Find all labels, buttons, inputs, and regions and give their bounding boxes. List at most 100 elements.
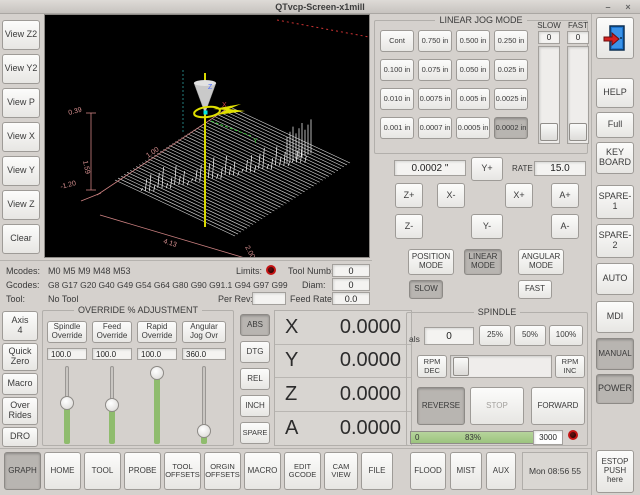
angular-jog-override-button[interactable]: Angular Jog Ovr [182, 321, 226, 343]
gcode-graphics-view[interactable]: 0.39 1.59 -1.20 1.00 4.13 2.00 Z X Y [44, 14, 370, 258]
spindle-reverse-button[interactable]: REVERSE [417, 387, 465, 425]
jog-increment-0025[interactable]: 0.025 in [494, 59, 528, 81]
jog-increment-cont[interactable]: Cont [380, 30, 414, 52]
spare-2-button[interactable]: SPARE-2 [596, 224, 634, 258]
tab-dro[interactable]: DRO [2, 427, 38, 447]
tab-macro[interactable]: MACRO [244, 452, 281, 490]
manual-mode-button[interactable]: MANUAL [596, 338, 634, 370]
jog-increment-0100[interactable]: 0.100 in [380, 59, 414, 81]
spindle-override-slider[interactable] [47, 364, 87, 444]
tab-tool[interactable]: TOOL [84, 452, 121, 490]
jog-increment-0075[interactable]: 0.075 in [418, 59, 452, 81]
jog-increment-00075[interactable]: 0.0075 in [418, 88, 452, 110]
spindle-rpm-slider[interactable] [450, 355, 552, 378]
help-button[interactable]: HELP [596, 78, 634, 108]
spindle-rpm-handle[interactable] [453, 357, 469, 376]
view-z-button[interactable]: View Z [2, 190, 40, 220]
jog-y-minus-button[interactable]: Y- [471, 214, 503, 239]
spindle-override-handle[interactable] [60, 396, 74, 410]
auto-mode-button[interactable]: AUTO [596, 263, 634, 295]
jog-increment-0001[interactable]: 0.001 in [380, 117, 414, 139]
jog-x-minus-button[interactable]: X- [437, 183, 465, 208]
jog-z-plus-button[interactable]: Z+ [395, 183, 423, 208]
spindle-rpm-spinbox[interactable]: 3000 [533, 430, 563, 445]
rpm-dec-button[interactable]: RPM DEC [417, 355, 447, 378]
tab-tool-offsets[interactable]: TOOL OFFSETS [164, 452, 201, 490]
mdi-mode-button[interactable]: MDI [596, 301, 634, 333]
jog-slow-button[interactable]: SLOW [409, 280, 443, 299]
jog-increment-0005[interactable]: 0.005 in [456, 88, 490, 110]
jog-z-minus-button[interactable]: Z- [395, 214, 423, 239]
rapid-override-handle[interactable] [150, 366, 164, 380]
dro-dtg-button[interactable]: DTG [240, 341, 270, 363]
feed-override-button[interactable]: Feed Override [92, 321, 132, 343]
rapid-override-button[interactable]: Rapid Override [137, 321, 177, 343]
jog-increment-0010[interactable]: 0.010 in [380, 88, 414, 110]
jog-a-plus-button[interactable]: A+ [551, 183, 579, 208]
full-button[interactable]: Full [596, 112, 634, 138]
rpm-inc-button[interactable]: RPM INC [555, 355, 585, 378]
jog-increment-0500[interactable]: 0.500 in [456, 30, 490, 52]
fast-slider-handle[interactable] [569, 123, 587, 141]
spare-1-button[interactable]: SPARE-1 [596, 185, 634, 219]
slow-slider-handle[interactable] [540, 123, 558, 141]
jog-increment-00007[interactable]: 0.0007 in [418, 117, 452, 139]
clear-button[interactable]: Clear [2, 224, 40, 254]
linear-mode-button[interactable]: LINEAR MODE [464, 249, 502, 275]
jog-increment-00002[interactable]: 0.0002 in [494, 117, 528, 139]
tab-cam-view[interactable]: CAM VIEW [324, 452, 358, 490]
angular-jog-handle[interactable] [197, 424, 211, 438]
jog-fast-button[interactable]: FAST [518, 280, 552, 299]
jog-increment-0050[interactable]: 0.050 in [456, 59, 490, 81]
angular-jog-slider[interactable] [184, 364, 224, 444]
rapid-override-slider[interactable] [137, 364, 177, 444]
view-p-button[interactable]: View P [2, 88, 40, 118]
dro-spare-button[interactable]: SPARE [240, 422, 270, 444]
tab-macro[interactable]: Macro [2, 373, 38, 395]
view-z2-button[interactable]: View Z2 [2, 20, 40, 50]
tab-file[interactable]: FILE [361, 452, 393, 490]
tab-graph[interactable]: GRAPH [4, 452, 41, 490]
jog-increment-0750[interactable]: 0.750 in [418, 30, 452, 52]
power-button[interactable]: POWER [596, 374, 634, 404]
dro-inch-button[interactable]: INCH [240, 395, 270, 417]
tab-axis-4[interactable]: Axis 4 [2, 311, 38, 341]
view-x-button[interactable]: View X [2, 122, 40, 152]
jog-x-plus-button[interactable]: X+ [505, 183, 533, 208]
jog-increment-00025[interactable]: 0.0025 in [494, 88, 528, 110]
angular-mode-button[interactable]: ANGULAR MODE [518, 249, 564, 275]
feed-override-handle[interactable] [105, 398, 119, 412]
jog-y-plus-button[interactable]: Y+ [471, 157, 503, 181]
spindle-25-button[interactable]: 25% [479, 325, 511, 346]
mist-button[interactable]: MIST [450, 452, 482, 490]
spindle-stop-button[interactable]: STOP [470, 387, 524, 425]
fast-jog-slider[interactable] [567, 46, 589, 144]
feed-override-slider[interactable] [92, 364, 132, 444]
position-mode-button[interactable]: POSITION MODE [408, 249, 454, 275]
spindle-100-button[interactable]: 100% [549, 325, 583, 346]
per-rev-input[interactable] [252, 292, 286, 305]
tab-quick-zero[interactable]: Quick Zero [2, 343, 38, 371]
tab-probe[interactable]: PROBE [124, 452, 161, 490]
dro-abs-button[interactable]: ABS [240, 314, 270, 336]
slow-jog-slider[interactable] [538, 46, 560, 144]
aux-button[interactable]: AUX [486, 452, 516, 490]
spindle-override-button[interactable]: Spindle Override [47, 321, 87, 343]
jog-increment-0250[interactable]: 0.250 in [494, 30, 528, 52]
exit-button[interactable] [596, 17, 634, 59]
estop-button[interactable]: ESTOP PUSH here [596, 450, 634, 493]
jog-a-minus-button[interactable]: A- [551, 214, 579, 239]
dro-rel-button[interactable]: REL [240, 368, 270, 390]
jog-increment-00005[interactable]: 0.0005 in [456, 117, 490, 139]
spindle-50-button[interactable]: 50% [514, 325, 546, 346]
close-icon[interactable]: × [620, 0, 636, 13]
spindle-forward-button[interactable]: FORWARD [531, 387, 585, 425]
minimize-icon[interactable]: – [600, 0, 616, 13]
tab-home[interactable]: HOME [44, 452, 81, 490]
view-y2-button[interactable]: View Y2 [2, 54, 40, 84]
tab-overrides[interactable]: Over Rides [2, 397, 38, 425]
tab-orgin-offsets[interactable]: ORGIN OFFSETS [204, 452, 241, 490]
keyboard-button[interactable]: KEY BOARD [596, 142, 634, 174]
view-y-button[interactable]: View Y [2, 156, 40, 186]
flood-button[interactable]: FLOOD [410, 452, 446, 490]
